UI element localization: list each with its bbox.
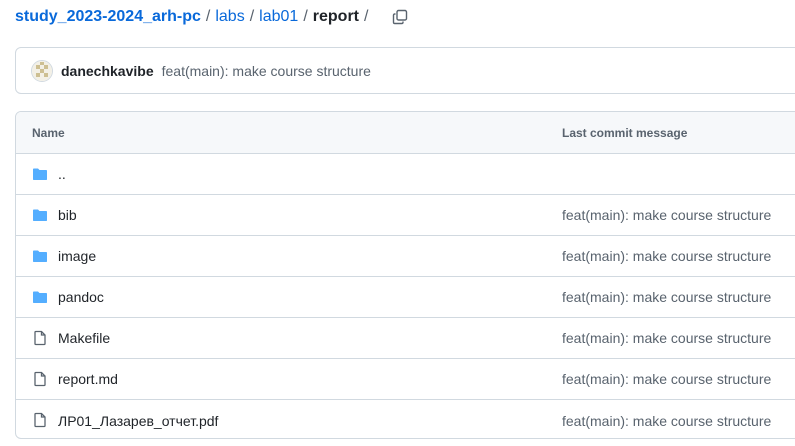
breadcrumb: study_2023-2024_arh-pc / labs / lab01 / … [15, 6, 411, 28]
commit-author-link[interactable]: danechkavibe [61, 63, 154, 79]
folder-icon [33, 291, 47, 303]
file-icon [34, 371, 46, 387]
folder-icon [33, 209, 47, 221]
breadcrumb-separator: / [205, 8, 211, 25]
copy-icon [393, 9, 408, 25]
file-name-link[interactable]: bib [58, 207, 77, 223]
folder-icon [33, 168, 47, 180]
table-row[interactable]: bib feat(main): make course structure [16, 195, 795, 236]
commit-message-link[interactable]: feat(main): make course structure [162, 63, 371, 79]
breadcrumb-current: report [312, 8, 359, 25]
table-header: Name Last commit message [16, 112, 795, 154]
commit-message-link[interactable]: feat(main): make course structure [562, 371, 771, 387]
table-row[interactable]: .. [16, 154, 795, 195]
file-icon [34, 412, 46, 428]
avatar[interactable] [31, 59, 53, 82]
commit-message-link[interactable]: feat(main): make course structure [562, 289, 771, 305]
file-name-link[interactable]: ЛР01_Лазарев_отчет.pdf [58, 413, 218, 429]
breadcrumb-repo-link[interactable]: study_2023-2024_arh-pc [15, 8, 201, 26]
commit-message-link[interactable]: feat(main): make course structure [562, 330, 771, 346]
table-row[interactable]: Makefile feat(main): make course structu… [16, 318, 795, 359]
table-row[interactable]: pandoc feat(main): make course structure [16, 277, 795, 318]
table-row[interactable]: image feat(main): make course structure [16, 236, 795, 277]
commit-message-link[interactable]: feat(main): make course structure [562, 207, 771, 223]
file-icon [34, 330, 46, 346]
folder-icon [33, 250, 47, 262]
column-header-name: Name [32, 125, 65, 140]
latest-commit-bar: danechkavibe feat(main): make course str… [15, 47, 795, 94]
file-name-link[interactable]: Makefile [58, 330, 110, 346]
file-name-link[interactable]: report.md [58, 371, 118, 387]
file-name-link[interactable]: .. [58, 166, 66, 182]
commit-message-link[interactable]: feat(main): make course structure [562, 248, 771, 264]
breadcrumb-labs-link[interactable]: labs [215, 8, 244, 26]
column-header-last-commit: Last commit message [562, 125, 688, 140]
breadcrumb-separator: / [364, 8, 369, 25]
breadcrumb-separator: / [249, 8, 255, 25]
breadcrumb-lab01-link[interactable]: lab01 [259, 8, 298, 26]
commit-message-link[interactable]: feat(main): make course structure [562, 413, 771, 429]
file-name-link[interactable]: pandoc [58, 289, 104, 305]
file-table: Name Last commit message .. bib feat(mai… [15, 111, 795, 439]
table-row[interactable]: ЛР01_Лазарев_отчет.pdf feat(main): make … [16, 400, 795, 438]
table-row[interactable]: report.md feat(main): make course struct… [16, 359, 795, 400]
identicon-icon [32, 60, 52, 81]
file-name-link[interactable]: image [58, 248, 96, 264]
breadcrumb-separator: / [303, 8, 308, 25]
copy-path-button[interactable] [389, 6, 411, 28]
